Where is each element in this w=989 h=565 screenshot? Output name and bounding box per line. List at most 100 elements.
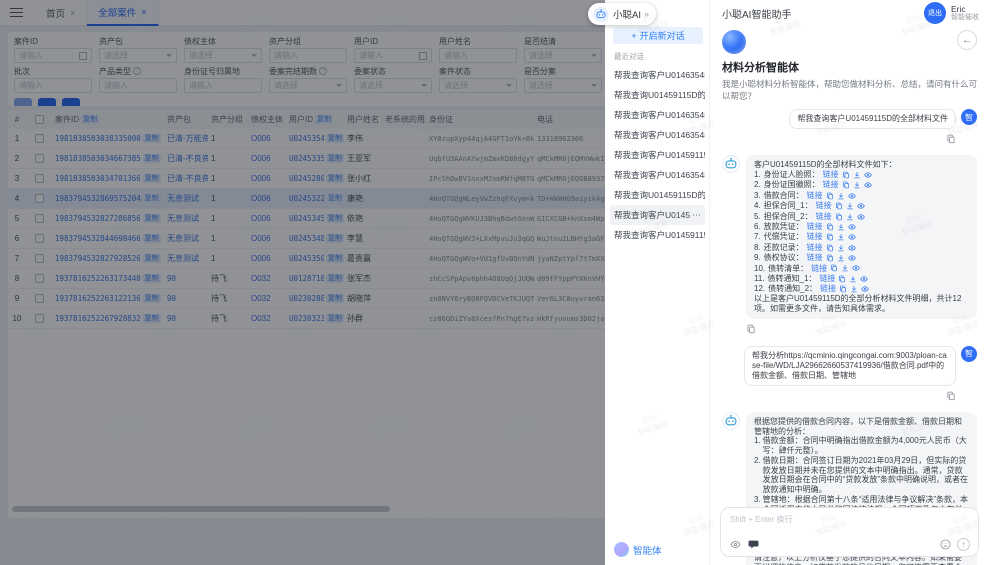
material-name: 还款记录： [764, 243, 804, 253]
material-link[interactable]: 链接 [807, 243, 823, 253]
copy-icon[interactable] [826, 244, 834, 252]
copy-message-icon[interactable] [746, 321, 756, 338]
download-icon[interactable] [837, 244, 845, 252]
copy-icon[interactable] [839, 285, 847, 293]
copy-icon[interactable] [826, 223, 834, 231]
logout-avatar[interactable]: 退出 [924, 2, 946, 24]
material-item: 10. 债转清单： 链接 [754, 263, 969, 273]
eye-icon[interactable] [848, 223, 856, 231]
more-icon[interactable]: ⋯ [690, 210, 701, 221]
agent-intro-text: 我是小聪材料分析智能体，帮助您做材料分析、总结，请问有什么可以帮您？ [722, 78, 977, 102]
material-name: 身份证国徽照： [764, 180, 820, 190]
assistant-header: 小聪AI智能助手 退出 Eric 智能催收 [710, 0, 989, 26]
material-link[interactable]: 链接 [807, 191, 823, 201]
new-chat-button[interactable]: + 开启新对话 [613, 27, 703, 44]
chat-history-list: 帮我查询客户U01463548D的 ⋯ 帮我查询U01459115D的全部 ⋯ … [605, 65, 709, 245]
eye-icon[interactable] [860, 275, 868, 283]
chat-history-sidebar: + 开启新对话 最近对话 帮我查询客户U01463548D的 ⋯ 帮我查询U01… [605, 0, 710, 565]
user-message: 帮我分析https://qcminio.qingcongai.com:9003/… [722, 346, 977, 386]
sidebar-footer[interactable]: 智能体 [605, 534, 709, 565]
chat-history-item[interactable]: 帮我查询U01459115D的全部 ⋯ [605, 85, 709, 105]
user-message: 帮我查询客户U01459115D的全部材料文件 智 [722, 109, 977, 129]
download-icon[interactable] [850, 285, 858, 293]
material-link[interactable]: 链接 [816, 212, 832, 222]
plus-icon: + [631, 31, 636, 41]
eye-icon[interactable] [848, 233, 856, 241]
vision-eye-icon[interactable] [729, 538, 742, 551]
download-icon[interactable] [846, 213, 854, 221]
material-link[interactable]: 链接 [807, 222, 823, 232]
chat-history-item[interactable]: 帮我查询客户U01459115D的 ⋯ [605, 145, 709, 165]
copy-icon[interactable] [838, 275, 846, 283]
eye-icon[interactable] [864, 171, 872, 179]
eye-icon[interactable] [857, 213, 865, 221]
collapse-icon[interactable]: » [644, 9, 649, 19]
copy-icon[interactable] [826, 233, 834, 241]
eye-icon[interactable] [848, 254, 856, 262]
send-button[interactable]: ↑ [957, 538, 970, 551]
copy-icon[interactable] [842, 181, 850, 189]
eye-icon[interactable] [861, 285, 869, 293]
emoji-icon[interactable] [939, 538, 952, 551]
material-index: 8. [754, 243, 761, 253]
download-icon[interactable] [841, 264, 849, 272]
agent-name: 材料分析智能体 [722, 59, 977, 75]
copy-icon[interactable] [835, 213, 843, 221]
chat-history-item[interactable]: 帮我查询客户U01463548D的 ⋯ [605, 125, 709, 145]
eye-icon[interactable] [852, 264, 860, 272]
copy-message-icon[interactable] [946, 388, 956, 406]
material-index: 3. [754, 191, 761, 201]
back-button[interactable]: ← [957, 30, 977, 50]
chat-history-item[interactable]: 帮我查询客户U01463548D的 ⋯ [605, 105, 709, 125]
eye-icon[interactable] [864, 181, 872, 189]
download-icon[interactable] [853, 171, 861, 179]
download-icon[interactable] [837, 254, 845, 262]
eye-icon[interactable] [857, 202, 865, 210]
material-index: 10. [754, 264, 765, 274]
user-message-text: 帮我查询客户U01459115D的全部材料文件 [789, 109, 956, 129]
material-link[interactable]: 链接 [807, 232, 823, 242]
copy-icon[interactable] [830, 264, 838, 272]
material-name: 债转清单： [768, 264, 808, 274]
user-message-avatar: 智 [961, 346, 977, 362]
material-link[interactable]: 链接 [807, 253, 823, 263]
download-icon[interactable] [837, 223, 845, 231]
material-link[interactable]: 链接 [823, 180, 839, 190]
download-icon[interactable] [837, 192, 845, 200]
material-link[interactable]: 链接 [819, 274, 835, 284]
material-item: 12. 债转通知_2： 链接 [754, 284, 969, 294]
chat-history-item[interactable]: 帮我查询客户U01459115D的 ⋯ [610, 205, 705, 225]
user-name: Eric [951, 4, 979, 14]
chat-input-box[interactable]: Shift + Enter 换行 ↑ [720, 507, 979, 557]
copy-icon[interactable] [826, 254, 834, 262]
copy-icon[interactable] [835, 202, 843, 210]
material-name: 代偿凭证： [764, 232, 804, 242]
eye-icon[interactable] [848, 244, 856, 252]
material-link[interactable]: 链接 [820, 284, 836, 294]
material-link[interactable]: 链接 [811, 264, 827, 274]
eye-icon[interactable] [848, 192, 856, 200]
material-link[interactable]: 链接 [823, 170, 839, 180]
chat-history-item[interactable]: 帮我查询客户U01463548D的 ⋯ [605, 65, 709, 85]
assistant-title: 小聪AI智能助手 [722, 6, 791, 21]
copy-icon[interactable] [842, 171, 850, 179]
material-name: 债转通知_2： [768, 284, 817, 294]
download-icon[interactable] [853, 181, 861, 189]
material-name: 借款合同： [764, 191, 804, 201]
speech-bubble-icon[interactable] [747, 538, 760, 551]
copy-icon[interactable] [826, 192, 834, 200]
material-item: 8. 还款记录： 链接 [754, 242, 969, 252]
download-icon[interactable] [849, 275, 857, 283]
user-dept: 智能催收 [951, 14, 979, 22]
chat-history-item[interactable]: 帮我查询客户U01459115D的 ⋯ [605, 225, 709, 245]
chat-history-item[interactable]: 帮我查询U01459115D的全部 ⋯ [605, 185, 709, 205]
material-name: 担保合同_1： [764, 201, 813, 211]
material-link[interactable]: 链接 [816, 201, 832, 211]
copy-message-icon[interactable] [946, 131, 956, 149]
assistant-pill[interactable]: 小聪AI » [588, 3, 656, 25]
download-icon[interactable] [837, 233, 845, 241]
chat-history-item[interactable]: 帮我查询客户U01463548D的 ⋯ [605, 165, 709, 185]
pill-title: 小聪AI [613, 7, 641, 21]
download-icon[interactable] [846, 202, 854, 210]
user-cluster[interactable]: 退出 Eric 智能催收 [924, 2, 979, 24]
